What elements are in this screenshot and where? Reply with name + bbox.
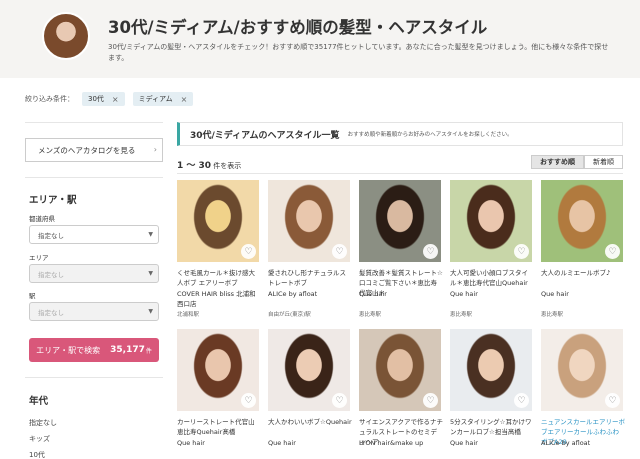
style-photo[interactable]: ♡	[359, 180, 441, 262]
caret-down-icon: ▼	[148, 308, 153, 315]
area-select[interactable]: 指定なし ▼	[29, 264, 159, 283]
favorite-heart-icon[interactable]: ♡	[332, 393, 347, 408]
salon-name: ALICe by afloat	[268, 290, 318, 298]
remove-icon[interactable]: ×	[112, 95, 119, 104]
style-title[interactable]: 大人可愛い小顔ロブスタイル＊恵比寿代官山Quehair	[450, 268, 534, 288]
area-section-title: エリア・駅	[29, 195, 77, 206]
style-photo[interactable]: ♡	[450, 180, 532, 262]
list-title: 30代/ミディアムのヘアスタイル一覧	[190, 130, 340, 141]
caret-down-icon: ▼	[148, 270, 153, 277]
sort-toggle: おすすめ順 新着順	[531, 155, 623, 169]
station-name: 恵比寿駅	[541, 312, 564, 318]
salon-name: COVER HAIR bliss 北浦和西口店	[177, 290, 256, 308]
station-name: 自由が丘(東京)駅	[268, 312, 311, 318]
area-search-button[interactable]: エリア・駅で検索 35,177 件	[29, 338, 159, 362]
salon-name: Que hair	[450, 290, 478, 298]
sort-recommended-button[interactable]: おすすめ順	[531, 155, 584, 169]
divider	[177, 173, 623, 174]
style-photo[interactable]: ♡	[177, 329, 259, 411]
header-avatar	[42, 12, 90, 60]
favorite-heart-icon[interactable]: ♡	[241, 244, 256, 259]
favorite-heart-icon[interactable]: ♡	[423, 393, 438, 408]
filter-chip-age[interactable]: 30代 ×	[82, 92, 125, 106]
age-section-title: 年代	[29, 396, 49, 407]
salon-name: Que hair	[268, 439, 296, 447]
favorite-heart-icon[interactable]: ♡	[241, 393, 256, 408]
prefecture-value: 指定なし	[38, 231, 64, 240]
style-title[interactable]: 大人のルミエールボブ♪	[541, 268, 625, 278]
area-value: 指定なし	[38, 270, 64, 279]
favorite-heart-icon[interactable]: ♡	[423, 244, 438, 259]
favorite-heart-icon[interactable]: ♡	[514, 393, 529, 408]
divider	[25, 122, 163, 123]
chevron-right-icon: ›	[153, 145, 157, 154]
list-header: 30代/ミディアムのヘアスタイル一覧 おすすめ順や新着順からお好みのヘアスタイル…	[177, 122, 623, 146]
style-title[interactable]: 大人かわいいボブ☆Quehair	[268, 417, 352, 427]
age-option[interactable]: 10代	[29, 450, 45, 459]
page-header: 30代/ミディアム/おすすめ順の髪型・ヘアスタイル 30代/ミディアムの髪型・ヘ…	[0, 0, 640, 78]
filter-label: 絞り込み条件：	[25, 95, 74, 103]
salon-name: Que hair	[450, 439, 478, 447]
page-title: 30代/ミディアム/おすすめ順の髪型・ヘアスタイル	[108, 18, 488, 37]
search-button-label: エリア・駅で検索	[36, 345, 101, 355]
sort-newest-button[interactable]: 新着順	[584, 155, 623, 169]
mens-catalog-link[interactable]: メンズのヘアカタログを見る ›	[25, 138, 163, 162]
salon-name: LYON hair&make up	[359, 439, 424, 447]
area-label: エリア	[29, 254, 49, 262]
salon-name: Que hair	[541, 290, 569, 298]
filter-chip-label: ミディアム	[138, 95, 173, 103]
mens-catalog-label: メンズのヘアカタログを見る	[38, 145, 136, 155]
age-option[interactable]: キッズ	[29, 434, 50, 444]
style-photo[interactable]: ♡	[359, 329, 441, 411]
style-photo[interactable]: ♡	[541, 329, 623, 411]
search-count-unit: 件	[145, 347, 152, 355]
station-name: 北浦和駅	[177, 312, 200, 318]
favorite-heart-icon[interactable]: ♡	[332, 244, 347, 259]
station-value: 指定なし	[38, 308, 64, 317]
prefecture-select[interactable]: 指定なし ▼	[29, 225, 159, 244]
favorite-heart-icon[interactable]: ♡	[605, 244, 620, 259]
divider	[25, 177, 163, 178]
list-subtitle: おすすめ順や新着順からお好みのヘアスタイルをお探しください。	[347, 132, 513, 138]
station-name: 恵比寿駅	[359, 312, 382, 318]
station-select[interactable]: 指定なし ▼	[29, 302, 159, 321]
remove-icon[interactable]: ×	[181, 95, 188, 104]
salon-name: Que hair	[177, 439, 205, 447]
filter-chip-length[interactable]: ミディアム ×	[132, 92, 194, 106]
station-label: 駅	[29, 292, 36, 300]
style-photo[interactable]: ♡	[268, 329, 350, 411]
result-range-value: 1 ～ 30	[177, 161, 212, 171]
style-title[interactable]: カーリーストレート代官山恵比寿Quehair髙橋	[177, 417, 261, 437]
style-title[interactable]: くせ毛風カール＊抜け感大人ボブ エアリーボブ	[177, 268, 261, 288]
favorite-heart-icon[interactable]: ♡	[514, 244, 529, 259]
style-photo[interactable]: ♡	[268, 180, 350, 262]
divider	[25, 377, 163, 378]
prefecture-label: 都道府県	[29, 215, 55, 223]
result-range: 1 ～ 30 件を表示	[177, 158, 241, 171]
style-title[interactable]: 愛されひし形ナチュラルストレートボブ	[268, 268, 352, 288]
salon-name: Que hair	[359, 290, 387, 298]
style-photo[interactable]: ♡	[450, 329, 532, 411]
style-photo[interactable]: ♡	[541, 180, 623, 262]
caret-down-icon: ▼	[148, 231, 153, 238]
style-photo[interactable]: ♡	[177, 180, 259, 262]
filter-chip-label: 30代	[88, 95, 104, 103]
favorite-heart-icon[interactable]: ♡	[605, 393, 620, 408]
search-count: 35,177	[110, 345, 145, 355]
page-description: 30代/ミディアムの髪型・ヘアスタイルをチェック！おすすめ順で35177件ヒット…	[108, 43, 609, 62]
filter-conditions: 絞り込み条件： 30代 × ミディアム ×	[25, 92, 194, 106]
station-name: 恵比寿駅	[450, 312, 473, 318]
result-range-suffix: 件を表示	[213, 162, 242, 170]
age-option[interactable]: 指定なし	[29, 418, 57, 428]
salon-name: ALICe by afloat	[541, 439, 591, 447]
style-title[interactable]: 5分スタイリング☆耳かけワンカールロブ☆担当髙橋	[450, 417, 534, 437]
